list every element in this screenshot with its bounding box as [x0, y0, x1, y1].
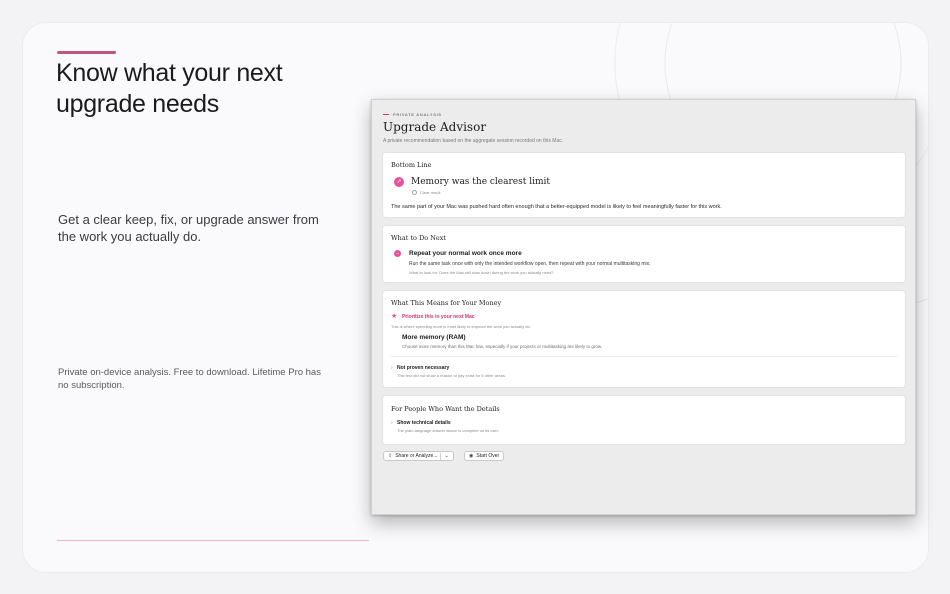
app-window: PRIVATE ANALYSIS Upgrade Advisor A priva…: [371, 99, 916, 515]
result-title: Memory was the clearest limit: [411, 177, 551, 187]
chevron-right-icon[interactable]: ›: [391, 365, 393, 371]
priority-item-description: Choose more memory than this Mac has, es…: [402, 344, 603, 349]
share-analyze-button[interactable]: ⇪ Share or Analyze... ⌄: [383, 451, 454, 461]
star-icon: ★: [391, 313, 398, 320]
chevron-down-icon[interactable]: ⌄: [444, 453, 448, 459]
money-panel: What This Means for Your Money ★ Priorit…: [382, 290, 906, 388]
priority-label: Prioritize this in your next Mac: [402, 314, 475, 320]
not-proven-toggle[interactable]: Not proven necessary: [397, 365, 449, 371]
start-over-button[interactable]: ◉ Start Over: [464, 451, 505, 461]
details-heading: For People Who Want the Details: [391, 405, 500, 413]
start-over-label: Start Over: [476, 453, 500, 459]
next-step-description: Run the same task once with only the int…: [409, 261, 651, 267]
details-panel: For People Who Want the Details › Show t…: [382, 395, 906, 445]
bottom-line-panel: Bottom Line ↗ Memory was the clearest li…: [382, 152, 906, 218]
priority-note: This is where spending more is most like…: [391, 324, 531, 329]
headline-accent-bar: [57, 51, 116, 54]
footer-divider: [57, 540, 369, 541]
page-headline: Know what your next upgrade needs: [56, 59, 283, 118]
chevron-right-icon[interactable]: ›: [391, 420, 393, 426]
page-footnote: Private on-device analysis. Free to down…: [58, 367, 321, 391]
priority-item-title: More memory (RAM): [402, 334, 466, 341]
next-step-title: Repeat your normal work once more: [409, 250, 522, 257]
next-step-hint: What to look for: Does the Mac still slo…: [409, 270, 554, 275]
status-ring-icon: [412, 190, 417, 195]
page-subhead: Get a clear keep, fix, or upgrade answer…: [58, 212, 319, 244]
restart-icon: ◉: [469, 453, 474, 459]
next-steps-panel: What to Do Next → Repeat your normal wor…: [382, 225, 906, 283]
money-heading: What This Means for Your Money: [391, 299, 502, 307]
technical-details-description: The plain-language answer above is compl…: [397, 428, 499, 433]
eyebrow: PRIVATE ANALYSIS: [383, 112, 442, 117]
bottom-line-heading: Bottom Line: [391, 161, 432, 169]
arrow-right-icon: →: [394, 250, 401, 257]
share-icon: ⇪: [388, 453, 393, 459]
result-body: The same part of your Mac was pushed har…: [391, 204, 722, 210]
not-proven-description: This test did not show a reason to pay e…: [397, 373, 506, 378]
arrow-up-right-icon: ↗: [394, 177, 404, 187]
money-divider: [391, 356, 897, 357]
window-description: A private recommendation based on the ag…: [383, 138, 564, 144]
result-status: Clear result: [412, 190, 440, 195]
next-steps-heading: What to Do Next: [391, 234, 447, 242]
window-title: Upgrade Advisor: [383, 120, 487, 134]
eyebrow-label: PRIVATE ANALYSIS: [393, 112, 442, 117]
technical-details-toggle[interactable]: Show technical details: [397, 420, 451, 426]
eyebrow-dash: [383, 113, 389, 116]
button-separator: [440, 452, 442, 460]
share-analyze-label: Share or Analyze...: [395, 453, 438, 459]
result-status-label: Clear result: [420, 190, 441, 195]
